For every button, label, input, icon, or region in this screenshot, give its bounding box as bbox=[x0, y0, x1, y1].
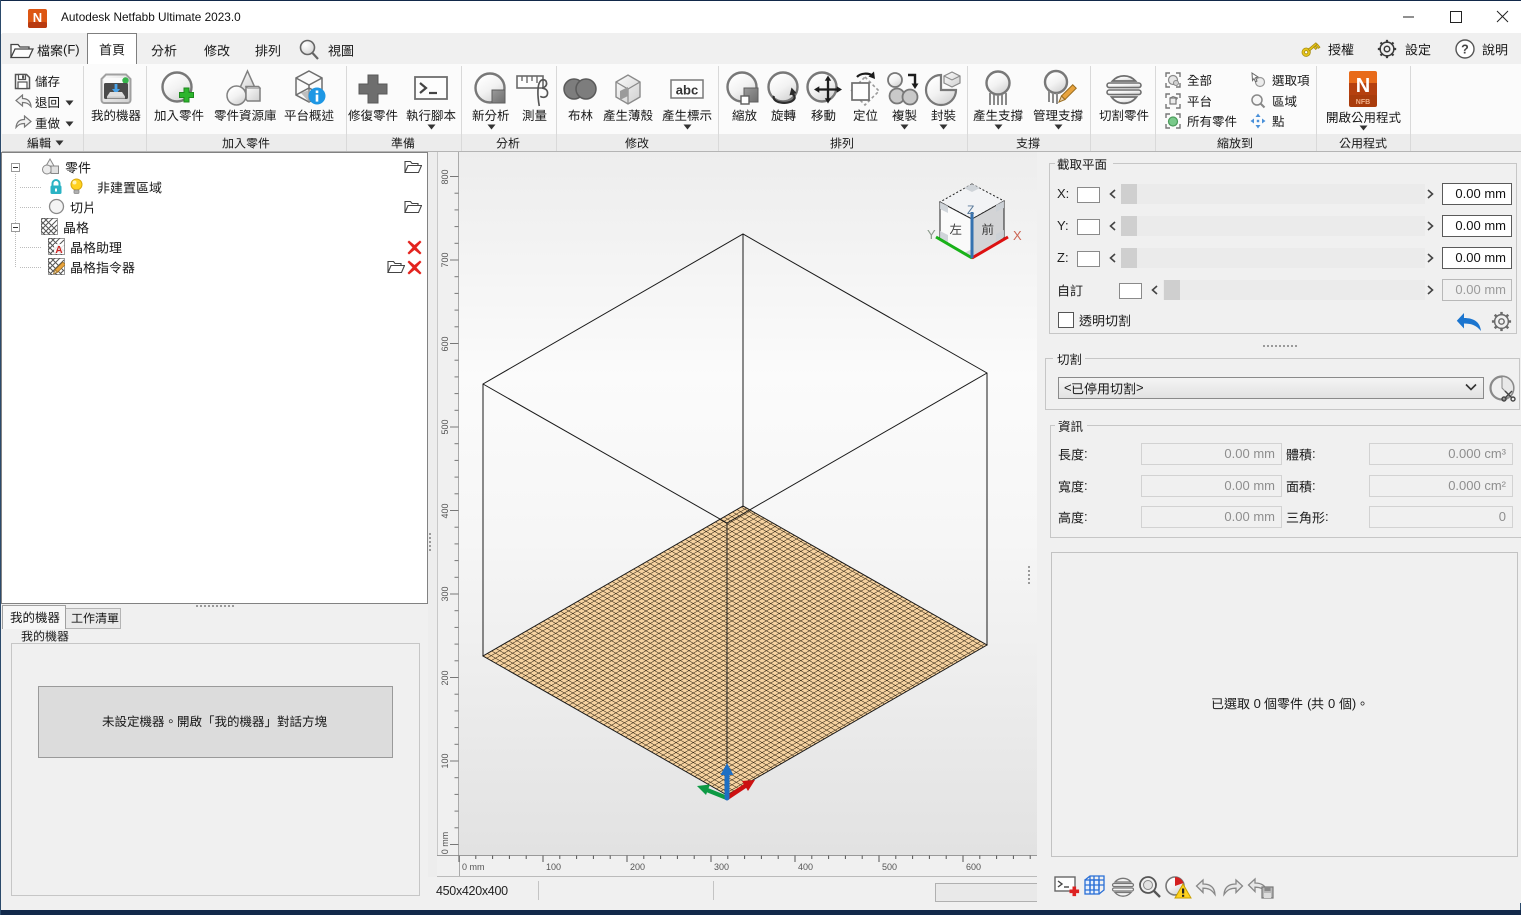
svg-text:A: A bbox=[55, 245, 62, 255]
svg-text:Y: Y bbox=[927, 227, 936, 242]
svg-text:N: N bbox=[1356, 75, 1370, 97]
svg-text:?: ? bbox=[1461, 43, 1469, 57]
svg-text:Z: Z bbox=[967, 203, 974, 217]
svg-text:abc: abc bbox=[676, 83, 698, 98]
svg-text:X: X bbox=[1013, 228, 1022, 243]
svg-text:NFB: NFB bbox=[1356, 99, 1370, 106]
svg-text:N: N bbox=[33, 10, 42, 25]
